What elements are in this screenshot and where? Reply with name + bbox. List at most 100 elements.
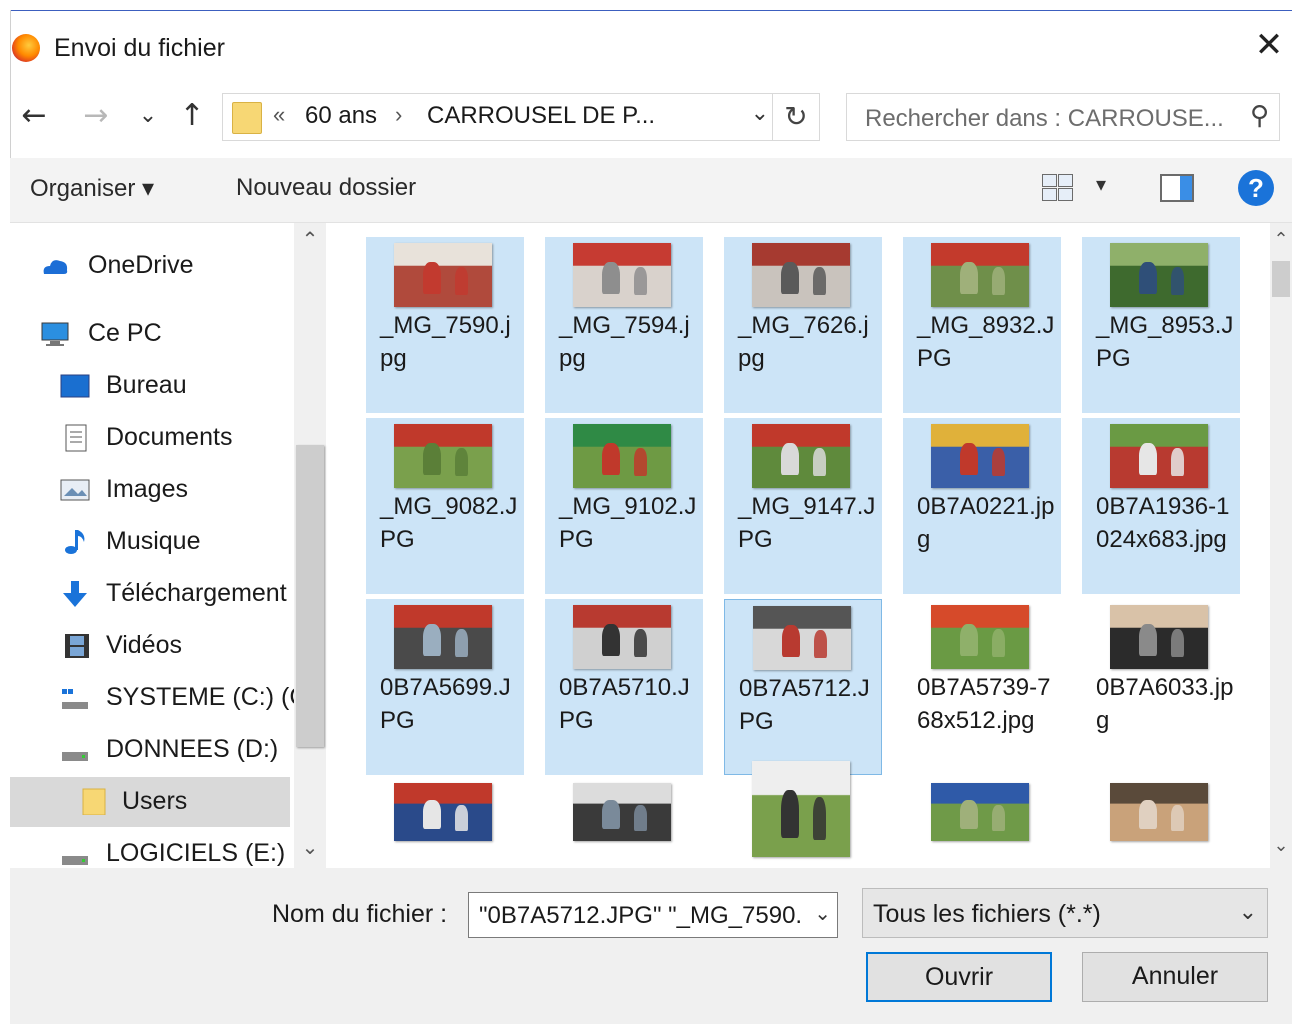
breadcrumb-carrousel[interactable]: CARROUSEL DE P... [427, 102, 655, 130]
address-bar[interactable]: « 60 ans › CARROUSEL DE P... ⌄ ↻ [222, 93, 820, 141]
scroll-down-icon[interactable]: ⌄ [294, 835, 326, 865]
image-thumbnail [753, 606, 851, 670]
file-type-value: Tous les fichiers (*.*) [873, 900, 1101, 928]
search-icon[interactable]: ⚲ [1250, 101, 1269, 131]
file-item[interactable]: 0B7A6033.jpg [1082, 599, 1240, 775]
file-item[interactable]: 2016-11-14... [1082, 775, 1240, 868]
window-top-border [10, 10, 1292, 11]
scroll-down-icon[interactable]: ⌄ [1270, 835, 1292, 856]
file-item[interactable]: 2009---2010... [545, 775, 703, 868]
folder-icon [82, 788, 106, 815]
help-icon[interactable]: ? [1238, 170, 1274, 206]
sidebar-item-label: Users [122, 787, 188, 815]
file-name: 2016-11-14... [1096, 861, 1236, 868]
new-folder-button[interactable]: Nouveau dossier [236, 174, 416, 202]
file-item[interactable]: _MG_8953.JPG [1082, 237, 1240, 413]
file-item[interactable]: 0B7A0221.jpg [903, 418, 1061, 594]
sidebar-item-telechargement[interactable]: Téléchargement [10, 571, 290, 617]
file-item[interactable]: 0B7A5739-768x512.jpg [903, 599, 1061, 775]
filename-input[interactable]: "0B7A5712.JPG" "_MG_7590. ⌄ [468, 892, 838, 938]
address-dropdown-icon[interactable]: ⌄ [751, 100, 769, 126]
up-arrow-icon[interactable]: ↑ [174, 98, 210, 134]
sidebar-item-onedrive[interactable]: OneDrive [10, 243, 290, 289]
file-name: 0B7A6033.jpg [1096, 674, 1234, 734]
command-toolbar: Organiser ▾ Nouveau dossier ▾ ? [10, 158, 1292, 223]
document-icon [65, 424, 87, 452]
computer-icon [41, 322, 69, 346]
organize-button[interactable]: Organiser ▾ [30, 174, 154, 203]
file-item[interactable]: _MG_9147.JPG [724, 418, 882, 594]
drive-icon [62, 856, 88, 865]
breadcrumb-overflow[interactable]: « [273, 102, 285, 128]
navigation-bar: ← → ⌄ ↑ « 60 ans › CARROUSEL DE P... ⌄ ↻… [10, 90, 1292, 144]
file-item[interactable]: _MG_7626.jpg [724, 237, 882, 413]
sidebar-item-ce-pc[interactable]: Ce PC [10, 311, 290, 357]
file-item[interactable]: 0B7A1936-1024x683.jpg [1082, 418, 1240, 594]
file-name: 0B7A1936-1024x683.jpg [1096, 493, 1230, 553]
sidebar-item-label: Téléchargement [106, 579, 287, 607]
file-item[interactable]: 0B7A5699.JPG [366, 599, 524, 775]
refresh-icon[interactable]: ↻ [772, 94, 819, 140]
file-item[interactable]: 2009-09-20... [724, 761, 882, 868]
open-button[interactable]: Ouvrir [866, 952, 1052, 1002]
back-arrow-icon[interactable]: ← [16, 98, 52, 134]
sidebar-item-images[interactable]: Images [10, 467, 290, 513]
recent-locations-icon[interactable]: ⌄ [130, 98, 166, 134]
preview-pane-icon[interactable] [1160, 174, 1194, 202]
file-item[interactable]: 0B7A5710.JPG [545, 599, 703, 775]
image-thumbnail [931, 783, 1029, 841]
scroll-up-icon[interactable]: ⌃ [1270, 229, 1292, 250]
file-name: _MG_7594.jpg [559, 312, 690, 372]
window-title: Envoi du fichier [54, 34, 225, 62]
file-name: _MG_8953.JPG [1096, 312, 1234, 372]
sidebar-item-label: SYSTEME (C:) (C [106, 683, 294, 711]
sidebar-item-label: Vidéos [106, 631, 182, 659]
sidebar-item-videos[interactable]: Vidéos [10, 623, 290, 669]
navigation-pane-scrollbar[interactable]: ⌃ ⌄ [294, 223, 326, 868]
chevron-down-icon[interactable]: ⌄ [814, 901, 831, 926]
file-item[interactable]: _MG_9082.JPG [366, 418, 524, 594]
image-thumbnail [752, 243, 850, 307]
file-item[interactable]: _MG_7594.jpg [545, 237, 703, 413]
pictures-icon [60, 479, 90, 501]
search-input[interactable]: Rechercher dans : CARROUSE... ⚲ [846, 93, 1280, 141]
file-name: _MG_7626.jpg [738, 312, 869, 372]
scroll-up-icon[interactable]: ⌃ [294, 227, 326, 257]
sidebar-item-musique[interactable]: Musique [10, 519, 290, 565]
view-options-caret-icon[interactable]: ▾ [1096, 172, 1106, 197]
image-thumbnail [1110, 605, 1208, 669]
file-type-select[interactable]: Tous les fichiers (*.*) ⌄ [862, 888, 1268, 938]
image-thumbnail [573, 783, 671, 841]
folder-icon [232, 102, 262, 134]
scrollbar-thumb[interactable] [296, 445, 324, 747]
scrollbar-thumb[interactable] [1272, 261, 1290, 297]
sidebar-item-bureau[interactable]: Bureau [10, 363, 290, 409]
breadcrumb-separator: › [395, 102, 403, 127]
sidebar-item-label: OneDrive [88, 251, 194, 279]
sidebar-item-label: Musique [106, 527, 201, 555]
file-item[interactable]: 1-1024-576... [366, 775, 524, 868]
sidebar-item-users[interactable]: Users [10, 777, 290, 827]
cloud-icon [43, 260, 68, 274]
dialog-footer: Nom du fichier : "0B7A5712.JPG" "_MG_759… [10, 868, 1292, 1024]
sidebar-item-systeme-c[interactable]: SYSTEME (C:) (C [10, 675, 294, 721]
close-icon[interactable]: ✕ [1252, 28, 1286, 62]
image-thumbnail [1110, 243, 1208, 307]
download-icon [63, 581, 87, 607]
file-item[interactable]: 2009-10-10... [903, 775, 1061, 868]
image-thumbnail [1110, 424, 1208, 488]
file-list-scrollbar[interactable]: ⌃ ⌄ [1270, 223, 1292, 868]
file-item[interactable]: _MG_9102.JPG [545, 418, 703, 594]
sidebar-item-donnees-d[interactable]: DONNEES (D:) [10, 727, 290, 773]
file-item[interactable]: _MG_8932.JPG [903, 237, 1061, 413]
file-item[interactable]: 0B7A5712.JPG [724, 599, 882, 775]
file-item[interactable]: _MG_7590.jpg [366, 237, 524, 413]
forward-arrow-icon[interactable]: → [78, 98, 114, 134]
breadcrumb-60-ans[interactable]: 60 ans [305, 102, 377, 130]
cancel-button[interactable]: Annuler [1082, 952, 1268, 1002]
file-name: 2009-10-10... [917, 861, 1057, 868]
sidebar-item-documents[interactable]: Documents [10, 415, 290, 461]
change-view-icon[interactable] [1042, 174, 1074, 202]
drive-icon [62, 752, 88, 761]
sidebar-item-logiciels-e[interactable]: LOGICIELS (E:) [10, 831, 290, 868]
